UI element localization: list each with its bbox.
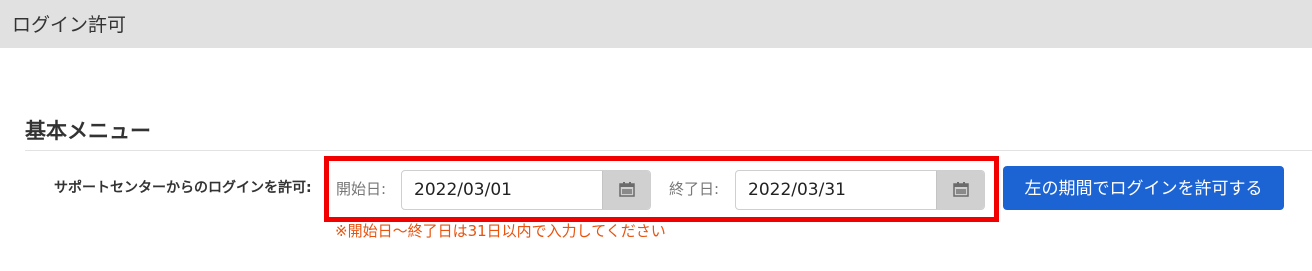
login-permission-label: サポートセンターからのログインを許可: xyxy=(54,180,312,196)
page-title: ログイン許可 xyxy=(12,14,127,36)
end-date-picker-button[interactable] xyxy=(936,171,984,209)
allow-login-button[interactable]: 左の期間でログインを許可する xyxy=(1003,166,1284,210)
end-date-input[interactable] xyxy=(736,171,938,209)
end-date-group xyxy=(735,170,985,210)
end-date-label: 終了日: xyxy=(669,180,720,198)
start-date-label: 開始日: xyxy=(336,180,387,198)
section-title: 基本メニュー xyxy=(25,119,151,143)
start-date-picker-button[interactable] xyxy=(602,171,650,209)
date-range-note: ※開始日～終了日は31日以内で入力してください xyxy=(335,222,666,240)
start-date-group xyxy=(401,170,651,210)
page-header: ログイン許可 xyxy=(0,0,1312,48)
section-divider xyxy=(25,150,1312,151)
calendar-icon xyxy=(619,182,635,197)
start-date-input[interactable] xyxy=(402,171,604,209)
calendar-icon xyxy=(953,182,969,197)
